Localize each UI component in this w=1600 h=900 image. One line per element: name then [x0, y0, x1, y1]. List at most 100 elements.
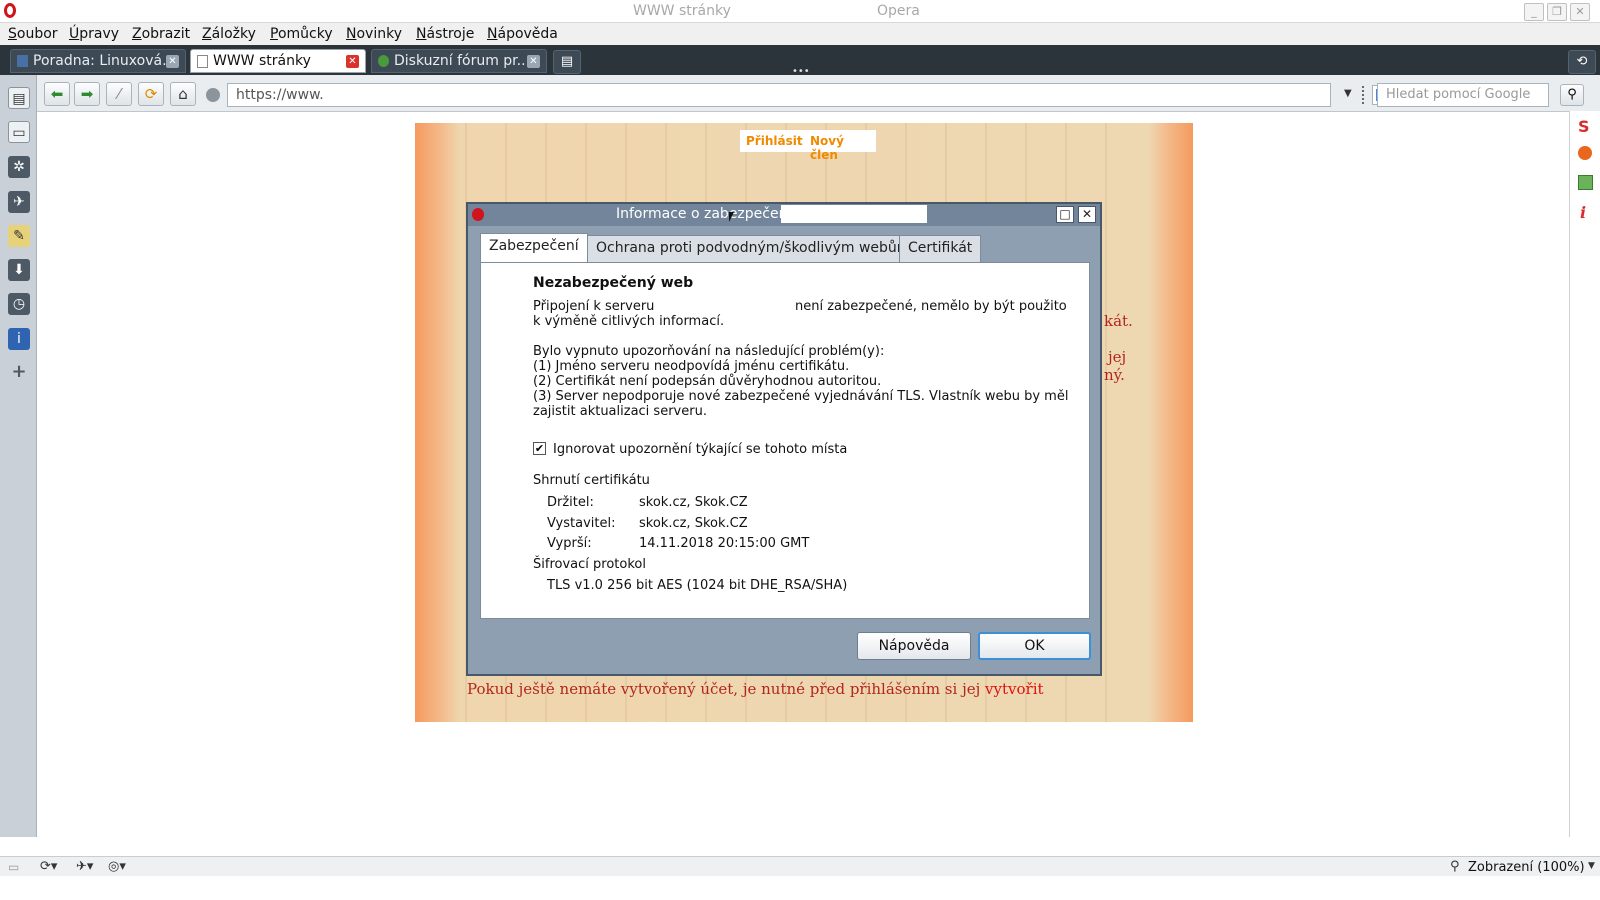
opera-logo-icon [472, 208, 484, 221]
transfers-panel-icon[interactable]: ⬇ [8, 259, 30, 281]
unite-status-icon[interactable]: ✈▾ [76, 859, 93, 874]
search-input[interactable]: Hledat pomocí Google [1377, 83, 1549, 107]
info-panel-icon[interactable]: i [8, 328, 30, 350]
zoom-level[interactable]: Zobrazení (100%) [1468, 860, 1585, 875]
page-text-fragment: jej [1108, 348, 1127, 366]
holder-label: Držitel: [547, 495, 594, 510]
holder-value: skok.cz, Skok.CZ [639, 495, 748, 510]
tab-close-icon[interactable]: ✕ [527, 55, 540, 68]
create-account-link[interactable]: vytvořit [985, 680, 1043, 698]
menu-nastroje[interactable]: Nástroje [416, 26, 474, 42]
address-dropdown-icon[interactable]: ▼ [1344, 88, 1352, 99]
security-tab-panel: Nezabezpečený web Připojení k serveru ne… [480, 262, 1090, 619]
dialog-titlebar[interactable]: Informace o zabezpečení □ ✕ [468, 204, 1100, 226]
login-links: Přihlásit Nový člen [740, 130, 876, 162]
connection-text: k výměně citlivých informací. [533, 314, 725, 329]
panel-toggle-icon[interactable]: ▤ [8, 87, 30, 109]
widgets-panel-icon[interactable]: ✲ [8, 156, 30, 178]
mouse-cursor-icon [729, 212, 734, 222]
search-go-icon[interactable]: ⚲ [1560, 84, 1584, 106]
register-link[interactable]: Nový člen [810, 134, 876, 162]
closed-tabs-icon[interactable]: ⟲ [1568, 50, 1596, 74]
expires-value: 14.11.2018 20:15:00 GMT [639, 536, 810, 551]
ignore-warnings-checkbox[interactable]: ✔ [533, 442, 546, 455]
ok-button[interactable]: OK [978, 632, 1091, 660]
ignore-warnings-label[interactable]: Ignorovat upozornění týkající se tohoto … [553, 442, 847, 457]
page-icon [197, 55, 208, 68]
tab-label: Poradna: Linuxová... [33, 53, 176, 69]
menu-bar: Soubor Úpravy Zobrazit Záložky Pomůcky N… [0, 23, 1600, 45]
page-text-fragment: ný. [1104, 366, 1125, 384]
protocol-heading: Šifrovací protokol [533, 557, 646, 572]
bookmarks-panel-icon[interactable]: ▭ [8, 121, 30, 143]
extension-orange-icon[interactable] [1578, 146, 1592, 160]
security-heading: Nezabezpečený web [533, 275, 694, 291]
footer-message: Pokud ještě nemáte vytvořený účet, je nu… [467, 680, 981, 698]
notes-panel-icon[interactable]: ✎ [8, 225, 30, 247]
app-name: Opera [877, 3, 920, 19]
stop-icon[interactable]: ⁄ [106, 82, 132, 106]
protocol-value: TLS v1.0 256 bit AES (1024 bit DHE_RSA/S… [547, 578, 848, 593]
opera-logo-icon[interactable] [4, 3, 16, 18]
expires-label: Vyprší: [547, 536, 592, 551]
page-text-fragment: kát. [1104, 312, 1133, 330]
page-footer-text: Pokud ještě nemáte vytvořený účet, je nu… [467, 680, 1044, 698]
menu-novinky[interactable]: Novinky [346, 26, 402, 42]
dialog-title: Informace o zabezpečení [616, 206, 792, 222]
tab-close-icon[interactable]: ✕ [346, 55, 359, 68]
tab-certifikat[interactable]: Certifikát [899, 235, 982, 262]
site-security-icon[interactable] [206, 88, 220, 102]
window-titlebar: WWW stránky Opera _ ❐ ✕ [0, 0, 1600, 23]
extension-info-icon[interactable]: i [1580, 203, 1586, 222]
new-tab-button[interactable]: ▤ [553, 50, 581, 74]
sync-status-icon[interactable]: ◎▾ [108, 859, 126, 874]
home-icon[interactable]: ⌂ [170, 82, 196, 106]
warning-item: (3) Server nepodporuje nové zabezpečené … [533, 389, 1069, 404]
issuer-label: Vystavitel: [547, 516, 616, 531]
menu-zobrazit[interactable]: Zobrazit [132, 26, 190, 42]
tab-www-stranky[interactable]: WWW stránky ✕ [190, 49, 366, 73]
add-panel-icon[interactable]: + [8, 361, 30, 383]
back-icon[interactable]: ⬅ [44, 82, 70, 106]
window-title: WWW stránky [633, 3, 731, 19]
address-input[interactable]: https://www. [227, 83, 1331, 107]
tab-ochrana[interactable]: Ochrana proti podvodným/škodlivým webům [587, 235, 920, 262]
warning-item: (1) Jméno serveru neodpovídá jménu certi… [533, 359, 850, 374]
menu-upravy[interactable]: Úpravy [69, 26, 119, 42]
status-bar: ▭ ⟳▾ ✈▾ ◎▾ ⚲ Zobrazení (100%) ▼ [0, 856, 1600, 877]
tab-poradna[interactable]: Poradna: Linuxová... ✕ [10, 49, 186, 73]
extension-green-icon[interactable] [1578, 175, 1593, 190]
connection-text: Připojení k serveru [533, 299, 655, 314]
warning-item: (2) Certifikát není podepsán důvěryhodno… [533, 374, 882, 389]
tab-bar: Poradna: Linuxová... ✕ WWW stránky ✕ Dis… [0, 45, 1600, 77]
forward-icon[interactable]: ➡ [74, 82, 100, 106]
tab-diskuzni-forum[interactable]: Diskuzní fórum pr... ✕ [371, 49, 547, 73]
panel-toggle-icon[interactable]: ▭ [8, 860, 19, 874]
reload-icon[interactable]: ⟳ [138, 82, 164, 106]
restore-icon[interactable]: ❐ [1547, 3, 1567, 21]
history-panel-icon[interactable]: ◷ [8, 293, 30, 315]
minimize-icon[interactable]: _ [1524, 3, 1544, 21]
toolbar-separator [1362, 86, 1366, 104]
side-panel: ▤ ▭ ✲ ✈ ✎ ⬇ ◷ i + [0, 75, 37, 837]
desktop-strip [0, 876, 1600, 900]
cert-summary-heading: Shrnutí certifikátu [533, 473, 650, 488]
menu-zalozky[interactable]: Záložky [202, 26, 256, 42]
security-info-dialog: Informace o zabezpečení □ ✕ Zabezpečení … [466, 202, 1102, 676]
help-button[interactable]: Nápověda [857, 632, 971, 660]
menu-soubor[interactable]: Soubor [8, 26, 58, 42]
menu-napoveda[interactable]: Nápověda [487, 26, 558, 42]
tab-label: Diskuzní fórum pr... [394, 53, 530, 69]
tab-zabezpeceni[interactable]: Zabezpečení [480, 233, 588, 263]
close-window-icon[interactable]: ✕ [1570, 3, 1590, 21]
dialog-maximize-icon[interactable]: □ [1056, 206, 1074, 223]
unite-panel-icon[interactable]: ✈ [8, 191, 30, 213]
extension-s-icon[interactable]: S [1578, 117, 1590, 136]
turbo-icon[interactable]: ⟳▾ [40, 859, 57, 874]
tab-close-icon[interactable]: ✕ [166, 55, 179, 68]
dialog-close-icon[interactable]: ✕ [1078, 206, 1096, 223]
menu-pomucky[interactable]: Pomůcky [270, 26, 333, 42]
zoom-dropdown-icon[interactable]: ▼ [1588, 861, 1595, 871]
dialog-title-field [781, 205, 927, 223]
login-link[interactable]: Přihlásit [746, 134, 803, 148]
